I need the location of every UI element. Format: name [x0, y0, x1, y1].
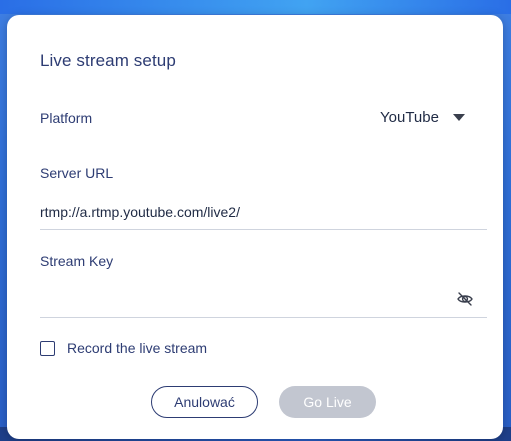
platform-dropdown[interactable]: YouTube — [380, 104, 480, 130]
record-stream-option[interactable]: Record the live stream — [40, 338, 207, 358]
chevron-down-icon — [452, 113, 465, 121]
platform-selected-value: YouTube — [380, 108, 439, 126]
cancel-button[interactable]: Anulować — [151, 386, 258, 418]
dialog-title: Live stream setup — [40, 51, 176, 70]
stream-key-label: Stream Key — [40, 253, 114, 269]
stream-key-input[interactable] — [40, 283, 487, 318]
go-live-button[interactable]: Go Live — [279, 386, 376, 418]
server-url-label: Server URL — [40, 165, 114, 181]
eye-off-icon[interactable] — [456, 290, 474, 308]
record-checkbox[interactable] — [40, 340, 55, 356]
server-url-input[interactable] — [40, 195, 487, 230]
record-checkbox-label: Record the live stream — [67, 340, 208, 356]
background-top-edge — [0, 0, 511, 14]
platform-label: Platform — [40, 110, 93, 126]
live-stream-setup-dialog: Live stream setup Platform YouTube Serve… — [7, 15, 503, 439]
